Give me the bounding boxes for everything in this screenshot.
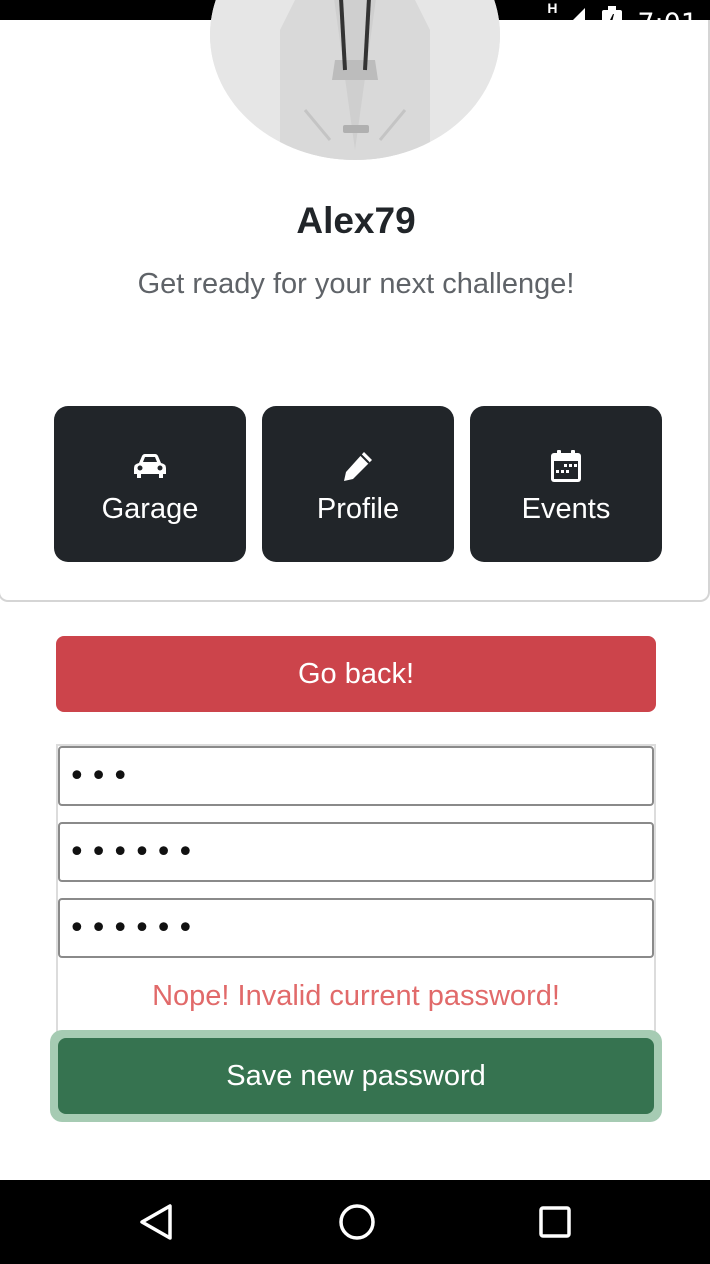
save-password-button[interactable]: Save new password	[58, 1038, 654, 1114]
calendar-icon	[550, 449, 582, 483]
garage-label: Garage	[101, 492, 199, 525]
system-nav-bar	[0, 1180, 710, 1264]
profile-button[interactable]: Profile	[262, 406, 454, 562]
go-back-button[interactable]: Go back!	[56, 636, 656, 712]
current-password-field[interactable]: •••	[58, 746, 654, 806]
garage-button[interactable]: Garage	[54, 406, 246, 562]
confirm-password-field[interactable]: ••••••	[58, 898, 654, 958]
profile-label: Profile	[316, 492, 400, 525]
recents-icon[interactable]	[538, 1180, 572, 1264]
network-type-label: H	[547, 0, 558, 16]
error-message: Nope! Invalid current password!	[152, 980, 560, 1012]
profile-card: Alex79 Get ready for your next challenge…	[0, 0, 710, 602]
back-icon[interactable]	[138, 1180, 174, 1264]
new-password-field[interactable]: ••••••	[58, 822, 654, 882]
pencil-icon	[342, 449, 374, 483]
username: Alex79	[296, 200, 416, 241]
events-label: Events	[521, 492, 611, 525]
home-icon[interactable]	[338, 1180, 376, 1264]
avatar	[210, 0, 500, 160]
tagline: Get ready for your next challenge!	[137, 268, 575, 300]
car-icon	[133, 449, 167, 483]
events-button[interactable]: Events	[470, 406, 662, 562]
